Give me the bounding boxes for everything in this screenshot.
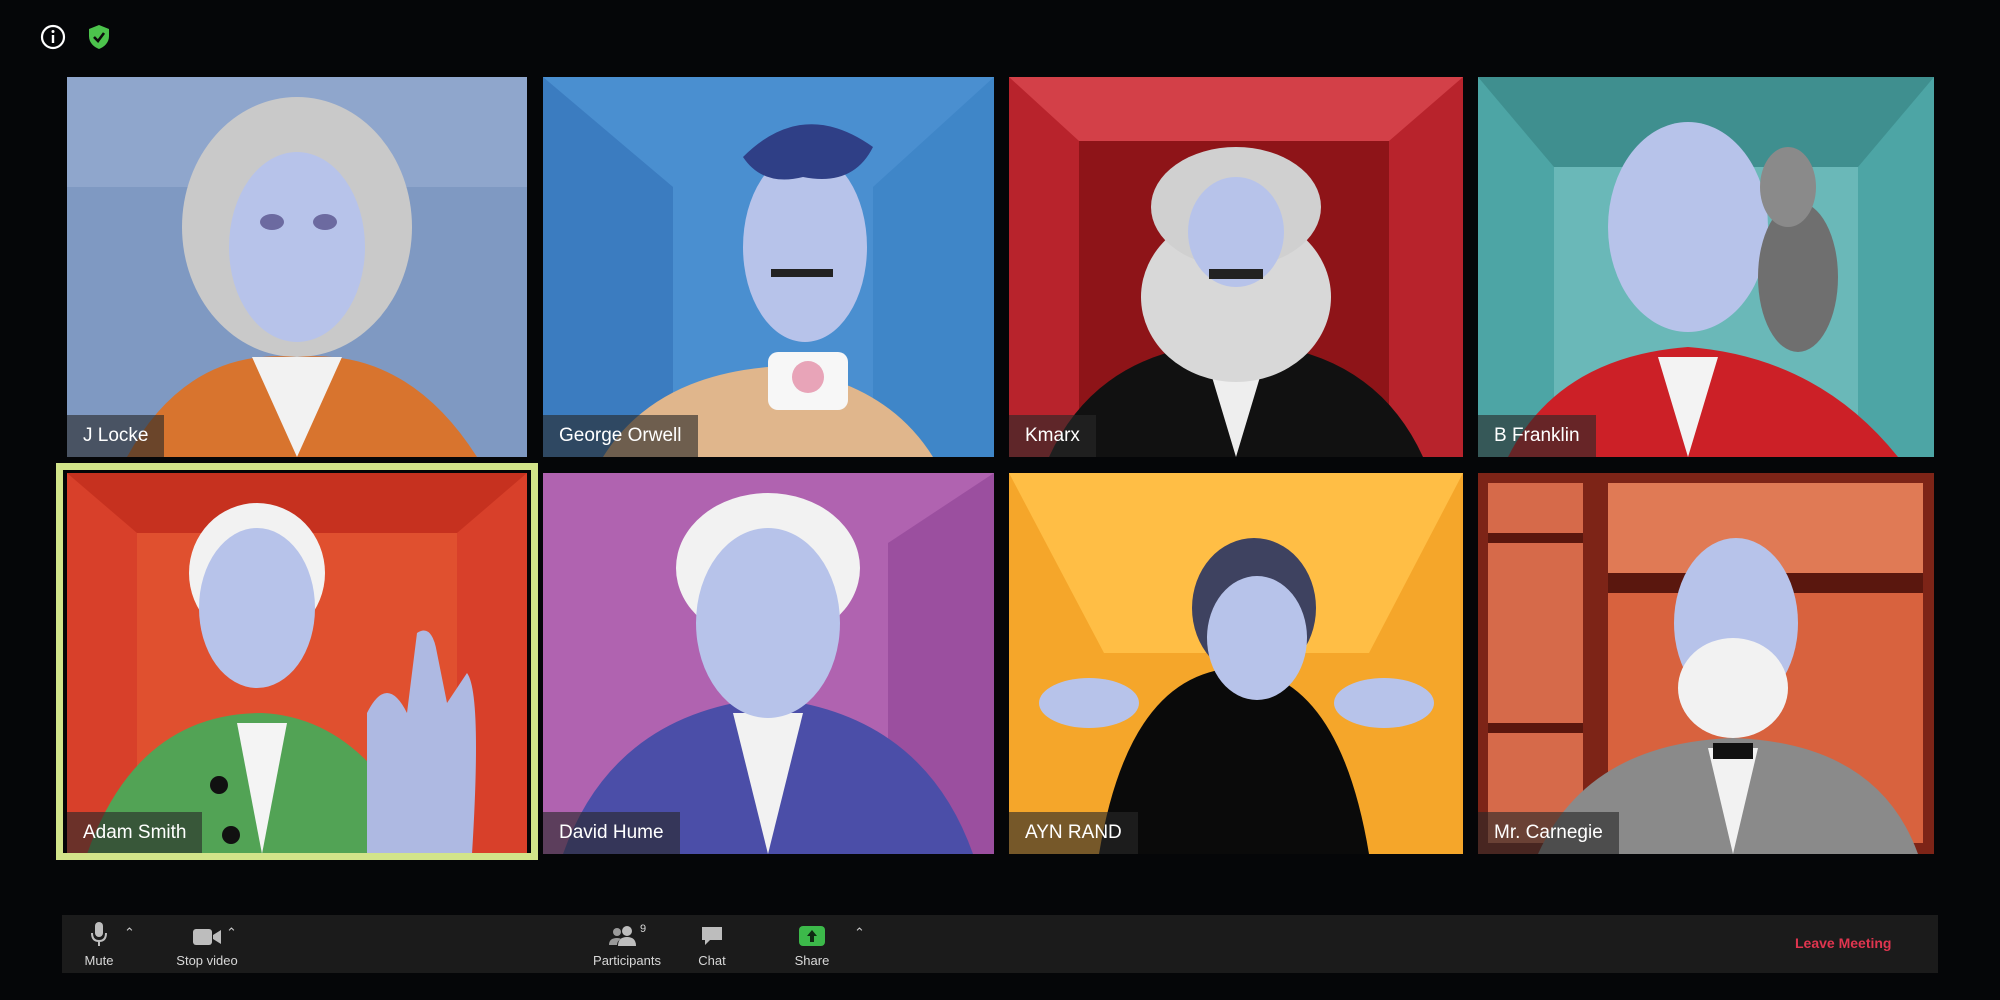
participant-name: David Hume: [543, 812, 680, 854]
participant-name: Adam Smith: [67, 812, 203, 854]
participants-count: 9: [639, 923, 647, 935]
audio-options-chevron-up-icon[interactable]: ⌃: [124, 925, 135, 941]
participant-portrait: [543, 473, 994, 854]
chat-button[interactable]: Chat: [682, 919, 742, 968]
participant-name: B Franklin: [1478, 415, 1596, 457]
video-tile-kmarx[interactable]: Kmarx: [1009, 77, 1463, 457]
chat-label: Chat: [698, 953, 726, 968]
participant-name: AYN RAND: [1009, 812, 1138, 854]
video-camera-icon: [192, 919, 222, 947]
participants-button[interactable]: 9 Participants: [582, 919, 672, 968]
participant-portrait: [67, 77, 527, 457]
participant-name: George Orwell: [543, 415, 698, 457]
video-tile-ayn-rand[interactable]: AYN RAND: [1009, 473, 1463, 854]
video-tile-j-locke[interactable]: J Locke: [67, 77, 527, 457]
microphone-icon: [90, 919, 108, 947]
stop-video-button[interactable]: Stop video: [157, 919, 257, 968]
share-options-chevron-up-icon[interactable]: ⌃: [854, 925, 865, 941]
stop-video-label: Stop video: [176, 953, 238, 968]
video-options-chevron-up-icon[interactable]: ⌃: [226, 925, 237, 941]
participant-name: J Locke: [67, 415, 165, 457]
video-tile-david-hume[interactable]: David Hume: [543, 473, 994, 854]
participant-portrait: [1009, 473, 1463, 854]
participant-name: Kmarx: [1009, 415, 1096, 457]
participant-portrait: [543, 77, 994, 457]
chat-bubble-icon: [700, 919, 724, 947]
video-tile-mr-carnegie[interactable]: Mr. Carnegie: [1478, 473, 1934, 854]
participant-portrait: [67, 473, 527, 854]
participant-portrait: [1009, 77, 1463, 457]
video-tile-b-franklin[interactable]: B Franklin: [1478, 77, 1934, 457]
leave-meeting-button[interactable]: Leave Meeting: [1795, 935, 1891, 951]
video-tile-george-orwell[interactable]: George Orwell: [543, 77, 994, 457]
meeting-toolbar: Mute ⌃ Stop video ⌃ 9 Participants Chat …: [62, 915, 1938, 973]
participants-glyph: 9: [608, 919, 646, 947]
mute-label: Mute: [84, 953, 114, 968]
participants-icon: [608, 926, 636, 946]
video-tile-adam-smith[interactable]: Adam Smith: [67, 473, 527, 854]
share-screen-icon: [798, 919, 826, 947]
share-button[interactable]: Share: [782, 919, 842, 968]
participant-name: Mr. Carnegie: [1478, 812, 1619, 854]
participants-label: Participants: [593, 953, 661, 968]
participant-portrait: [1478, 77, 1934, 457]
share-label: Share: [794, 953, 830, 968]
video-grid: J Locke George Orwell Kmarx B Franklin A…: [0, 0, 2000, 1000]
participant-portrait: [1478, 473, 1934, 854]
